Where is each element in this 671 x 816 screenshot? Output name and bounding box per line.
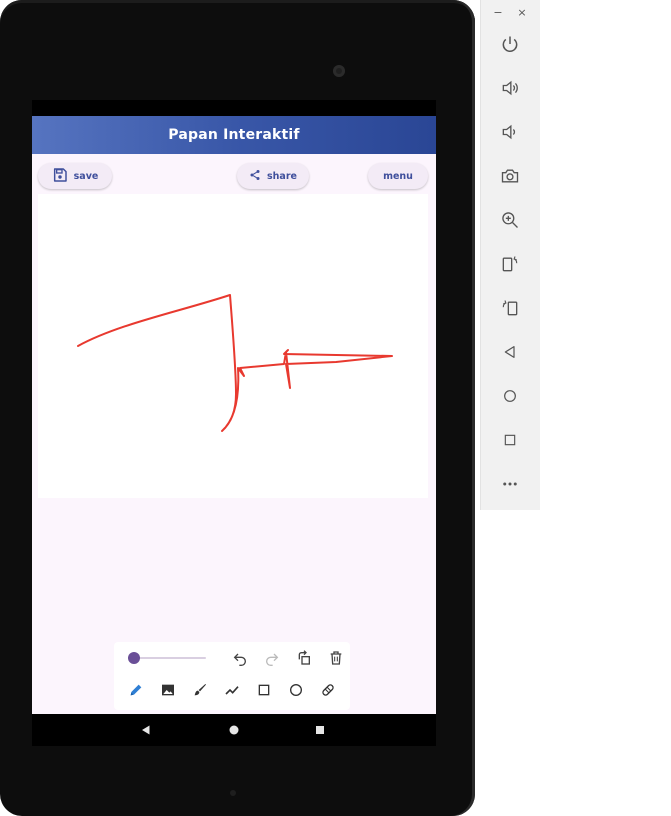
redo-icon[interactable] [262, 648, 282, 668]
tablet-device: Papan Interaktif save share menu [0, 0, 475, 816]
stroke-size-slider[interactable] [134, 657, 206, 659]
home-icon[interactable] [224, 720, 244, 740]
device-screen: Papan Interaktif save share menu [32, 100, 436, 746]
share-icon [249, 169, 261, 184]
save-icon [52, 167, 68, 186]
drawing-layer [77, 294, 393, 432]
share-button[interactable]: share [237, 163, 309, 189]
status-bar [32, 100, 436, 116]
image-icon[interactable] [158, 680, 178, 700]
back-icon[interactable] [136, 720, 156, 740]
app-content: save share menu [32, 154, 436, 714]
volume-up-icon[interactable] [498, 76, 522, 100]
line-icon[interactable] [222, 680, 242, 700]
drawing-canvas[interactable] [38, 194, 428, 498]
close-icon[interactable]: × [515, 4, 529, 20]
drawing-toolbar [114, 642, 350, 710]
emulator-side-panel: − × [480, 0, 540, 510]
system-navigation-bar [32, 714, 436, 746]
power-icon[interactable] [498, 32, 522, 56]
share-label: share [267, 170, 297, 182]
device-sensor [230, 790, 236, 796]
rectangle-icon[interactable] [254, 680, 274, 700]
app-title: Papan Interaktif [168, 127, 300, 143]
overview-icon[interactable] [498, 428, 522, 452]
camera-icon[interactable] [498, 164, 522, 188]
brush-icon[interactable] [190, 680, 210, 700]
drawn-stroke [77, 294, 393, 432]
menu-button[interactable]: menu [368, 163, 428, 189]
rotate-icon[interactable] [294, 648, 314, 668]
rotate-right-icon[interactable] [498, 296, 522, 320]
undo-icon[interactable] [230, 648, 250, 668]
rotate-left-icon[interactable] [498, 252, 522, 276]
app-bar: Papan Interaktif [32, 116, 436, 154]
trash-icon[interactable] [326, 648, 346, 668]
zoom-icon[interactable] [498, 208, 522, 232]
stroke-size-thumb[interactable] [128, 652, 140, 664]
eraser-icon[interactable] [318, 680, 338, 700]
front-camera [333, 65, 345, 77]
save-label: save [73, 170, 99, 182]
save-button[interactable]: save [38, 163, 112, 189]
more-icon[interactable] [498, 472, 522, 496]
minimize-icon[interactable]: − [491, 4, 505, 20]
recents-icon[interactable] [310, 720, 330, 740]
circle-icon[interactable] [286, 680, 306, 700]
pencil-icon[interactable] [126, 680, 146, 700]
volume-down-icon[interactable] [498, 120, 522, 144]
menu-label: menu [383, 170, 413, 182]
home-icon[interactable] [498, 384, 522, 408]
back-icon[interactable] [498, 340, 522, 364]
